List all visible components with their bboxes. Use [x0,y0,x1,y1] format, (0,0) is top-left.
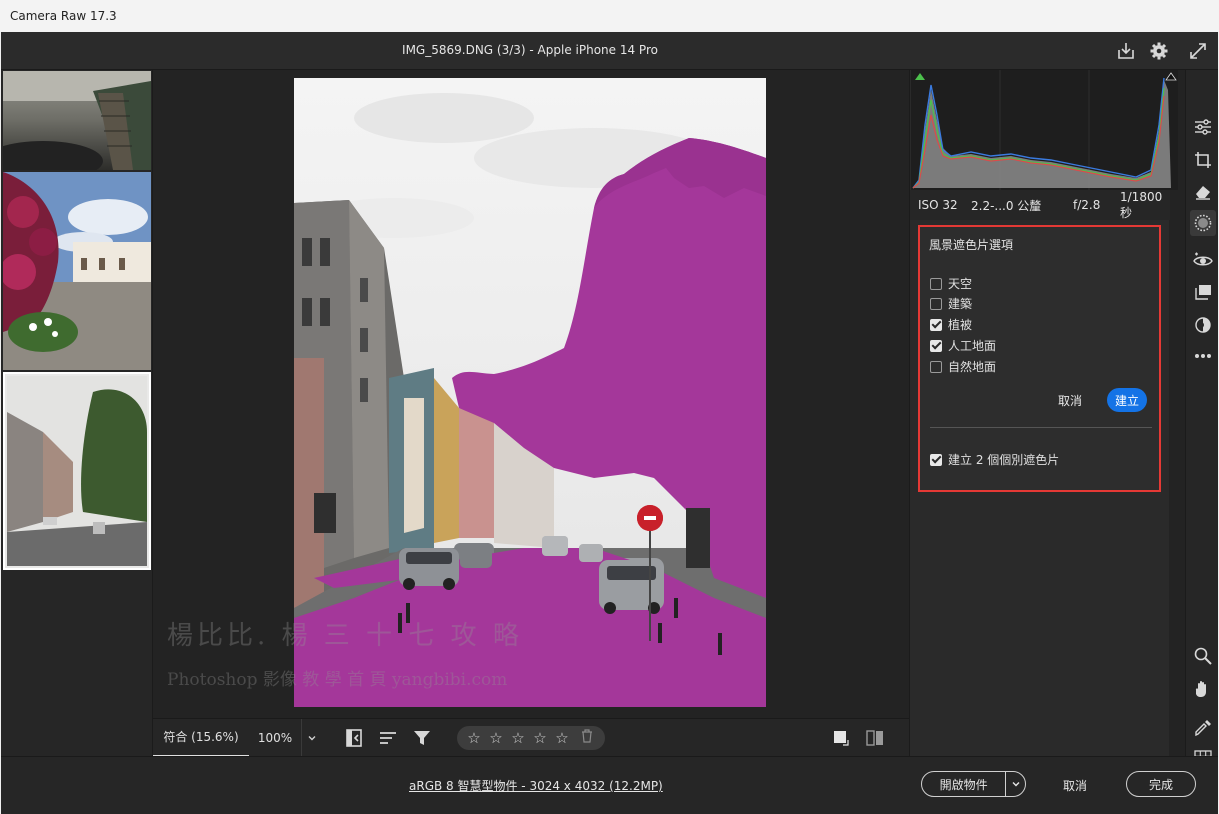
watermark-line-2: Photoshop 影像 教 學 首 頁 yangbibi.com [167,670,508,690]
star-rating[interactable]: ☆ ☆ ☆ ☆ ☆ [457,725,605,750]
sort-icon[interactable] [371,719,405,757]
exif-shutter-speed: 1/1800 秒 [1120,189,1163,220]
eraser-healing-icon[interactable] [1190,178,1216,204]
rating-star-2[interactable]: ☆ [487,729,505,747]
footer-bar: aRGB 8 智慧型物件 - 3024 x 4032 (12.2MP) 開啟物件… [1,756,1218,814]
rating-star-1[interactable]: ☆ [465,729,483,747]
main-photo-with-mask-overlay[interactable] [294,78,766,707]
option-separate-masks-label: 建立 2 個個別遮色片 [948,453,1060,467]
masking-icon[interactable] [1190,210,1216,236]
zoom-100-button[interactable]: 100% [249,719,301,757]
exif-iso: ISO 32 [918,198,958,212]
option-sky-label: 天空 [948,277,973,291]
window-titlebar: Camera Raw 17.3 [0,0,1219,32]
filmstrip-thumbnail-2[interactable] [3,172,151,370]
crop-icon[interactable] [1190,147,1216,173]
window-title: Camera Raw 17.3 [10,9,117,23]
done-button[interactable]: 完成 [1126,771,1196,797]
canvas-bottom-toolbar: 符合 (15.6%) 100% ☆ ☆ ☆ ☆ ☆ [153,718,909,757]
more-options-icon[interactable] [1190,343,1216,369]
checkbox-natural-ground[interactable] [930,360,942,373]
edit-sliders-icon[interactable] [1190,114,1216,140]
checkbox-sky[interactable] [930,277,942,290]
option-architecture-label: 建築 [948,297,973,311]
right-panel: ISO 32 2.2-...0 公釐 f/2.8 1/1800 秒 風景遮色片選… [909,70,1178,756]
before-after-compare-icon[interactable] [858,719,892,757]
option-artificial-ground-label: 人工地面 [948,339,997,353]
rating-star-5[interactable]: ☆ [553,729,571,747]
snapshots-icon[interactable] [1190,312,1216,338]
checkbox-architecture[interactable] [930,297,942,310]
watermark-line-1: 楊比比. 楊 三 十 七 攻 略 [167,621,523,651]
option-architecture[interactable]: 建築 [930,295,972,312]
option-separate-masks[interactable]: 建立 2 個個別遮色片 [930,451,1059,468]
red-eye-icon[interactable] [1190,247,1216,273]
background-square-icon[interactable] [824,719,858,757]
filmstrip-thumbnail-1[interactable] [3,71,151,170]
document-title: IMG_5869.DNG (3/3) - Apple iPhone 14 Pro [402,43,658,57]
settings-gear-icon[interactable] [1146,38,1172,64]
trash-icon[interactable] [581,728,593,747]
open-object-label[interactable]: 開啟物件 [922,776,1005,793]
tool-rail [1185,70,1218,768]
zoom-magnifier-icon[interactable] [1190,643,1216,669]
rating-star-3[interactable]: ☆ [509,729,527,747]
fullscreen-icon[interactable] [1185,38,1211,64]
checkbox-artificial-ground[interactable] [930,339,942,352]
header-bar: IMG_5869.DNG (3/3) - Apple iPhone 14 Pro [1,32,1218,70]
options-create-button[interactable]: 建立 [1107,388,1147,412]
zoom-dropdown-chevron-icon[interactable] [301,718,321,757]
options-divider [930,427,1152,428]
exif-focal-length: 2.2-...0 公釐 [971,198,1042,213]
eyedropper-icon[interactable] [1190,715,1216,741]
option-sky[interactable]: 天空 [930,275,972,292]
save-image-icon[interactable] [1113,38,1139,64]
checkbox-vegetation[interactable] [930,318,942,331]
image-canvas[interactable]: 楊比比. 楊 三 十 七 攻 略 Photoshop 影像 教 學 首 頁 ya… [153,70,909,718]
rating-star-4[interactable]: ☆ [531,729,549,747]
hand-tool-icon[interactable] [1190,676,1216,702]
presets-icon[interactable] [1190,279,1216,305]
options-cancel-button[interactable]: 取消 [1058,392,1082,409]
checkbox-separate-masks[interactable] [930,453,942,466]
open-object-button[interactable]: 開啟物件 [921,771,1026,797]
camera-raw-app: IMG_5869.DNG (3/3) - Apple iPhone 14 Pro [1,32,1218,814]
option-vegetation-label: 植被 [948,318,973,332]
exif-aperture: f/2.8 [1073,198,1101,212]
histogram [911,70,1178,190]
file-info-link[interactable]: aRGB 8 智慧型物件 - 3024 x 4032 (12.2MP) [409,777,663,794]
filmstrip [1,70,153,756]
options-title: 風景遮色片選項 [929,238,1014,252]
zoom-fit-button[interactable]: 符合 (15.6%) [153,719,249,757]
filmstrip-thumbnail-3-selected[interactable] [3,372,151,570]
footer-cancel-button[interactable]: 取消 [1063,777,1087,794]
option-natural-ground-label: 自然地面 [948,360,997,374]
option-artificial-ground[interactable]: 人工地面 [930,337,996,354]
filmstrip-toggle-icon[interactable] [337,719,371,757]
option-vegetation[interactable]: 植被 [930,316,972,333]
open-options-chevron-icon[interactable] [1005,771,1025,797]
option-natural-ground[interactable]: 自然地面 [930,358,996,375]
exif-info-bar: ISO 32 2.2-...0 公釐 f/2.8 1/1800 秒 [910,190,1170,220]
landscape-mask-options-panel: 風景遮色片選項 天空 建築 植被 人工地面 自然地面 取消 建立 建立 2 個個… [918,225,1161,492]
filter-funnel-icon[interactable] [405,719,439,757]
